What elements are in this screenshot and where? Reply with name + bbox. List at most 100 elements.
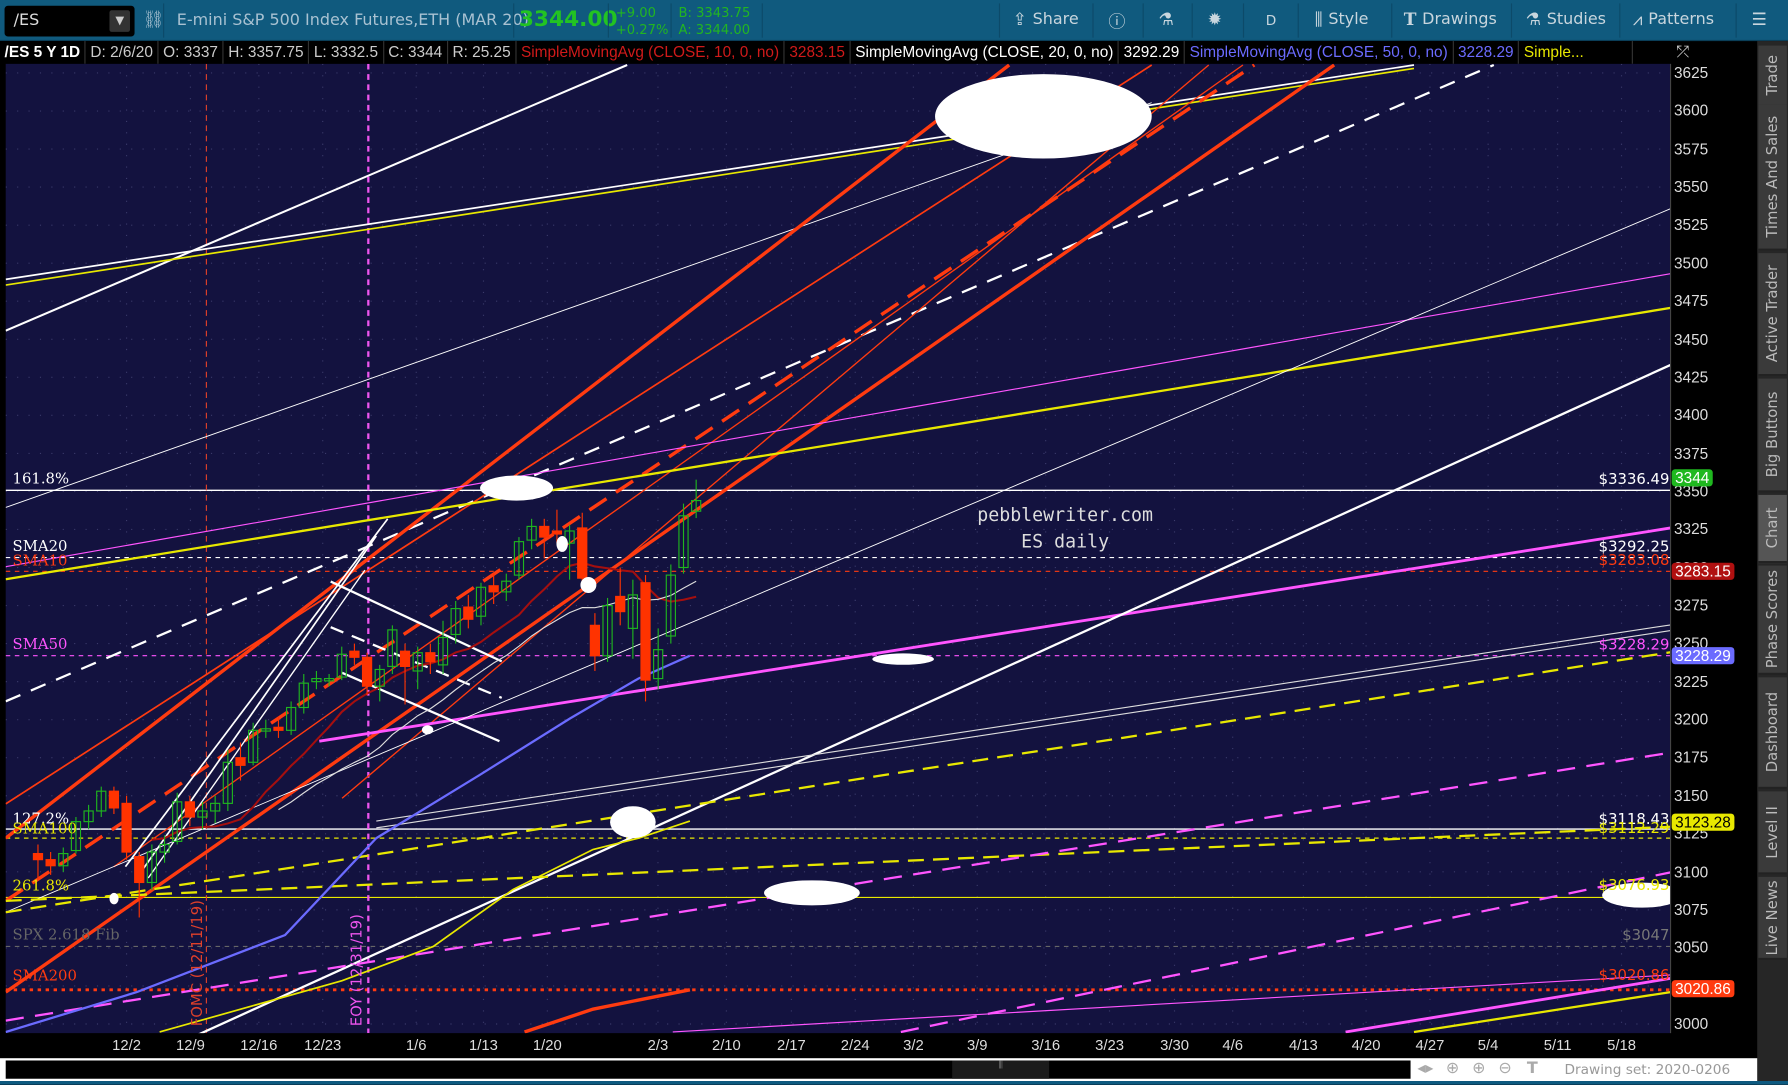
price-tick-label: 3325: [1673, 520, 1709, 539]
candle-body: [121, 802, 132, 853]
date-tick-label: 3/9: [966, 1036, 988, 1054]
spx-fib-label: SPX 2.618 Fib: [12, 927, 120, 945]
highlight-ellipse: [872, 653, 934, 665]
date-tick-label: 12/16: [240, 1036, 278, 1054]
sma100-price-tag: 3123.28: [1671, 813, 1735, 831]
price-label-3076: $3076.93: [1598, 877, 1670, 895]
highlight-ellipse: [109, 892, 119, 905]
candle-body: [488, 585, 499, 593]
side-tab-label: Level II: [1764, 805, 1782, 859]
date-tick-label: 4/13: [1288, 1036, 1318, 1054]
date-tick-label: 2/10: [711, 1036, 741, 1054]
sma50-price-tag: 3228.29: [1671, 647, 1735, 665]
side-tab-chart[interactable]: Chart: [1758, 494, 1787, 564]
date-tick-label: 3/30: [1160, 1036, 1189, 1054]
thinkorswim-chart-window: /ES ▼ ⛓ E-mini S&P 500 Index Futures,ETH …: [0, 0, 1788, 1085]
side-tab-active-trader[interactable]: Active Trader: [1758, 253, 1787, 377]
candle-body: [184, 801, 195, 818]
side-tab-dashboard[interactable]: Dashboard: [1758, 677, 1787, 790]
highlight-ellipse: [764, 880, 860, 906]
candle-body: [349, 650, 360, 658]
date-tick-label: 5/18: [1607, 1036, 1636, 1054]
date-tick-label: 12/2: [112, 1036, 142, 1054]
date-tick-label: 2/24: [840, 1036, 870, 1054]
candle-body: [463, 606, 474, 620]
side-tab-label: Trade: [1764, 54, 1782, 96]
price-tick-label: 3275: [1673, 596, 1709, 615]
date-tick-label: 12/9: [175, 1036, 205, 1054]
sma100-label: SMA100: [12, 821, 77, 839]
candle-body: [399, 650, 411, 667]
candle-body: [273, 726, 284, 731]
sma10-price-tag: 3283.15: [1671, 562, 1735, 580]
side-tab-level-ii[interactable]: Level II: [1758, 791, 1787, 875]
horizontal-scrollbar[interactable]: ⦀: [0, 1058, 1758, 1082]
date-tick-label: 1/20: [532, 1036, 562, 1054]
window-border: [0, 1081, 1788, 1085]
price-tick-label: 3525: [1673, 216, 1709, 234]
candle-body: [235, 757, 246, 766]
side-tab-times-and-sales[interactable]: Times And Sales: [1758, 104, 1787, 251]
last-price-tag: 3344: [1671, 469, 1713, 487]
price-tick-label: 3600: [1673, 102, 1709, 120]
drawing-set-label[interactable]: Drawing set: 2020-0206: [1565, 1062, 1731, 1078]
candle-body: [539, 525, 550, 538]
side-tab-label: Chart: [1764, 507, 1782, 549]
price-label-3112: $3112.29: [1598, 820, 1670, 838]
price-tick-label: 3475: [1673, 292, 1709, 310]
price-tick-label: 3550: [1673, 178, 1709, 196]
annotation-site: pebblewriter.com: [977, 504, 1153, 526]
side-tab-label: Live News: [1764, 879, 1782, 955]
price-tick-label: 3200: [1673, 711, 1709, 729]
price-label-3336: $3336.49: [1598, 471, 1670, 489]
side-tab-label: Times And Sales: [1764, 115, 1782, 238]
date-tick-label: 4/27: [1415, 1036, 1445, 1054]
price-tick-label: 3575: [1673, 140, 1709, 158]
pan-icon[interactable]: ◂▸: [1417, 1059, 1433, 1077]
price-tick-label: 3450: [1673, 330, 1709, 348]
price-label-3047: $3047: [1622, 927, 1670, 945]
candle-body: [615, 595, 626, 613]
date-tick-label: 2/3: [647, 1036, 669, 1054]
candle-body: [551, 530, 563, 535]
side-tab-live-news[interactable]: Live News: [1758, 876, 1787, 961]
candle-body: [640, 582, 651, 681]
fib-261-label: 261.8%: [12, 878, 70, 896]
scroll-track[interactable]: [5, 1060, 1411, 1079]
side-tab-big-buttons[interactable]: Big Buttons: [1758, 378, 1787, 493]
date-tick-label: 3/2: [903, 1036, 924, 1054]
sma200-label: SMA200: [12, 968, 77, 986]
price-tick-label: 3050: [1673, 939, 1709, 957]
date-tick-label: 5/11: [1543, 1036, 1572, 1054]
side-tab-label: Big Buttons: [1764, 391, 1782, 478]
price-tick-label: 3400: [1673, 406, 1709, 424]
price-tick-label: 3175: [1673, 749, 1709, 767]
annotation-title: ES daily: [1021, 530, 1110, 552]
scroll-thumb[interactable]: ⦀: [952, 1060, 1050, 1079]
zoom-out-icon[interactable]: ⊖: [1498, 1059, 1511, 1077]
price-tick-label: 3500: [1673, 254, 1709, 272]
price-tick-label: 3425: [1673, 368, 1709, 386]
zoom-in-icon[interactable]: ⊕: [1472, 1059, 1485, 1077]
side-tab-phase-scores[interactable]: Phase Scores: [1758, 565, 1787, 676]
price-chart[interactable]: [0, 0, 1788, 1084]
side-panel-tabs: Trade Times And Sales Active Trader Big But…: [1757, 41, 1788, 1085]
highlight-ellipse: [421, 725, 434, 735]
price-label-3228: $3228.29: [1598, 636, 1670, 654]
highlight-ellipse: [480, 475, 554, 501]
candle-body: [45, 859, 56, 867]
candle-body: [425, 652, 436, 663]
sma50-label: SMA50: [12, 636, 68, 654]
candle-body: [108, 790, 120, 809]
highlight-ellipse: [556, 535, 568, 552]
highlight-ellipse: [935, 74, 1152, 159]
text-icon[interactable]: T: [1527, 1059, 1538, 1077]
date-tick-label: 5/4: [1477, 1036, 1499, 1054]
eoy-label: EOY (12/31/19): [348, 914, 367, 1027]
side-tab-trade[interactable]: Trade: [1758, 45, 1787, 108]
price-tick-label: 3150: [1673, 787, 1709, 805]
price-tick-label: 3075: [1673, 901, 1709, 919]
crosshair-icon[interactable]: ⊕: [1446, 1059, 1459, 1077]
side-tab-label: Active Trader: [1764, 264, 1782, 363]
sma10-label: SMA10: [12, 553, 68, 571]
